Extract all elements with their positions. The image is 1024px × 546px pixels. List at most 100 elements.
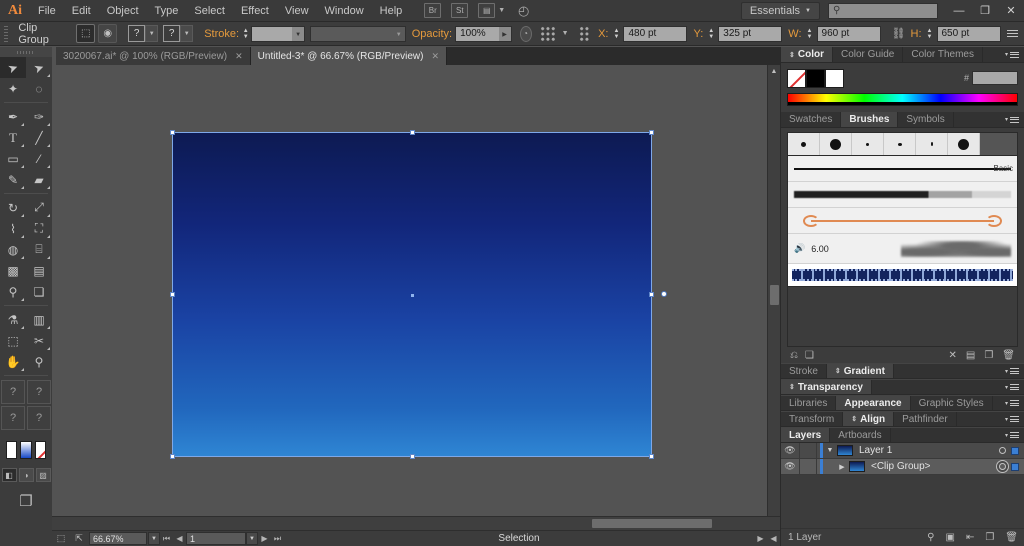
brushes-panel-menu-icon[interactable]: ▾ <box>1005 112 1024 127</box>
rotate-tool[interactable]: ↻ <box>0 197 26 218</box>
expand-icon[interactable]: ▼ <box>823 447 837 454</box>
type-tool[interactable]: T <box>0 127 26 148</box>
creative-cloud-icon[interactable]: ◴ <box>515 3 532 18</box>
create-sublayer-icon[interactable]: ⇤ <box>966 532 974 543</box>
color-black-swatch[interactable] <box>806 68 825 88</box>
direct-selection-tool[interactable]: ➤ <box>26 57 52 78</box>
table-row[interactable]: 👁 ▼ Layer 1 <box>781 443 1024 459</box>
free-transform-tool[interactable]: ⛶ <box>26 218 52 239</box>
close-icon[interactable]: ✕ <box>431 51 439 62</box>
paintbrush-tool[interactable]: ⁄ <box>26 148 52 169</box>
color-spectrum-ramp[interactable] <box>787 93 1018 106</box>
tab-appearance[interactable]: Appearance <box>836 396 911 410</box>
artboard-navigation-icon[interactable]: ⬚ <box>52 532 70 546</box>
close-icon[interactable]: ✕ <box>235 51 243 62</box>
menu-type[interactable]: Type <box>147 0 187 22</box>
workspace-switcher[interactable]: Essentials ▼ <box>740 1 820 20</box>
tab-libraries[interactable]: Libraries <box>781 396 837 410</box>
delete-brush-icon[interactable]: 🗑 <box>1002 350 1015 361</box>
y-stepper[interactable]: ▲ ▼ <box>706 26 716 42</box>
gradient-mode-icon[interactable]: ◑ <box>18 468 34 482</box>
selection-indicator[interactable] <box>1011 446 1019 455</box>
brush-size-row[interactable]: 🔊 6.00 <box>788 234 1017 264</box>
stroke-profile-caret-icon[interactable]: ▼ <box>393 27 405 41</box>
blend-tool[interactable]: ❏ <box>26 281 52 302</box>
h-stepper[interactable]: ▲ ▼ <box>925 26 935 42</box>
color-mode-icon[interactable]: ◧ <box>1 468 17 482</box>
menu-help[interactable]: Help <box>372 0 411 22</box>
tab-stroke[interactable]: Stroke <box>781 364 827 378</box>
target-icon[interactable] <box>999 447 1006 454</box>
symbol-sprayer-tool[interactable]: ⚗ <box>0 309 26 330</box>
handle-top-left[interactable] <box>170 130 175 135</box>
gradient-panel-menu-icon[interactable]: ▾ <box>1005 364 1024 378</box>
tab-transform[interactable]: Transform <box>781 412 844 426</box>
tools-panel-grip[interactable] <box>0 47 52 57</box>
bridge-icon[interactable]: Br <box>424 3 442 18</box>
y-field[interactable]: 325 pt <box>718 25 783 42</box>
tab-brushes[interactable]: Brushes <box>841 112 899 127</box>
tab-pathfinder[interactable]: Pathfinder <box>894 412 957 426</box>
tab-color-themes[interactable]: Color Themes <box>903 47 983 62</box>
tab-artboards[interactable]: Artboards <box>830 428 891 442</box>
brush-preset-3[interactable] <box>852 133 884 155</box>
artboard-tool[interactable]: ⬚ <box>0 330 26 351</box>
brush-preset-5[interactable] <box>916 133 948 155</box>
fill-swatch-caret-icon[interactable]: ▼ <box>145 25 159 42</box>
extra-box-3[interactable]: ? <box>1 406 25 430</box>
next-artboard-icon[interactable]: ▶ <box>258 534 271 543</box>
layers-empty-area[interactable] <box>781 475 1024 521</box>
tab-align[interactable]: ⇕ Align <box>843 412 895 426</box>
fill-color-swatch[interactable] <box>6 441 18 459</box>
handle-bottom-center[interactable] <box>410 454 415 459</box>
arrange-documents-icon[interactable]: ▤ <box>478 3 496 18</box>
zoom-caret-icon[interactable]: ▼ <box>148 532 160 545</box>
brush-preset-1[interactable] <box>788 133 820 155</box>
brush-preset-4[interactable] <box>884 133 916 155</box>
zoom-field[interactable]: 66.67% <box>89 532 147 545</box>
scroll-left-icon[interactable]: ◀ <box>767 534 780 543</box>
table-row[interactable]: 👁 ▶ <Clip Group> <box>781 459 1024 475</box>
x-field[interactable]: 480 pt <box>623 25 688 42</box>
horizontal-scrollbar[interactable] <box>52 516 780 530</box>
options-icon[interactable]: ▤ <box>966 350 975 361</box>
align-panel-menu-icon[interactable]: ▾ <box>1005 412 1024 426</box>
make-clipping-mask-icon[interactable]: ▣ <box>945 532 954 543</box>
first-artboard-icon[interactable]: ⏮ <box>160 534 173 544</box>
opacity-caret-icon[interactable]: ▶ <box>498 26 511 41</box>
pencil-tool[interactable]: ✎ <box>0 169 26 190</box>
remove-brush-link-icon[interactable]: ✕ <box>948 350 956 361</box>
visibility-icon[interactable]: 👁 <box>781 443 800 458</box>
line-segment-tool[interactable]: ╱ <box>26 127 52 148</box>
tab-color[interactable]: ⇕ Color <box>781 47 833 62</box>
fill-swatch-button[interactable]: ? <box>128 25 146 42</box>
opacity-field[interactable]: 100% ▶ <box>455 25 512 42</box>
brush-preset-6[interactable] <box>948 133 980 155</box>
stroke-weight-field[interactable]: ▼ <box>251 25 306 42</box>
lasso-tool[interactable]: ◌ <box>26 78 52 99</box>
brush-basic[interactable]: Basic <box>788 156 1017 182</box>
zoom-tool[interactable]: ⚲ <box>26 351 52 372</box>
slice-tool[interactable]: ✂ <box>26 330 52 351</box>
charcoal-brush[interactable] <box>788 182 1017 208</box>
transform-caret-icon[interactable]: ▼ <box>562 30 569 37</box>
w-stepper[interactable]: ▲ ▼ <box>805 26 815 42</box>
last-artboard-icon[interactable]: ⏭ <box>271 534 284 544</box>
stroke-swatch-button[interactable]: ? <box>163 25 181 42</box>
handle-middle-left[interactable] <box>170 292 175 297</box>
extra-box-1[interactable]: ? <box>1 380 25 404</box>
eraser-tool[interactable]: ▰ <box>26 169 52 190</box>
close-button[interactable]: ✕ <box>998 0 1024 22</box>
extra-box-2[interactable]: ? <box>27 380 51 404</box>
control-bar-grip[interactable] <box>4 25 9 42</box>
locate-object-icon[interactable]: ⚲ <box>927 532 934 543</box>
pen-tool[interactable]: ✒ <box>0 106 26 127</box>
restore-button[interactable]: ❐ <box>972 0 998 22</box>
new-brush-icon[interactable]: ❐ <box>984 350 993 361</box>
document-tab-2[interactable]: Untitled-3* @ 66.67% (RGB/Preview) ✕ <box>250 47 447 65</box>
document-tab-1[interactable]: 3020067.ai* @ 100% (RGB/Preview) ✕ <box>56 47 251 65</box>
handle-middle-right[interactable] <box>649 292 654 297</box>
visibility-icon[interactable]: 👁 <box>781 459 800 474</box>
transparency-panel-menu-icon[interactable]: ▾ <box>1005 380 1024 394</box>
arrange-caret-icon[interactable]: ▼ <box>498 7 505 14</box>
